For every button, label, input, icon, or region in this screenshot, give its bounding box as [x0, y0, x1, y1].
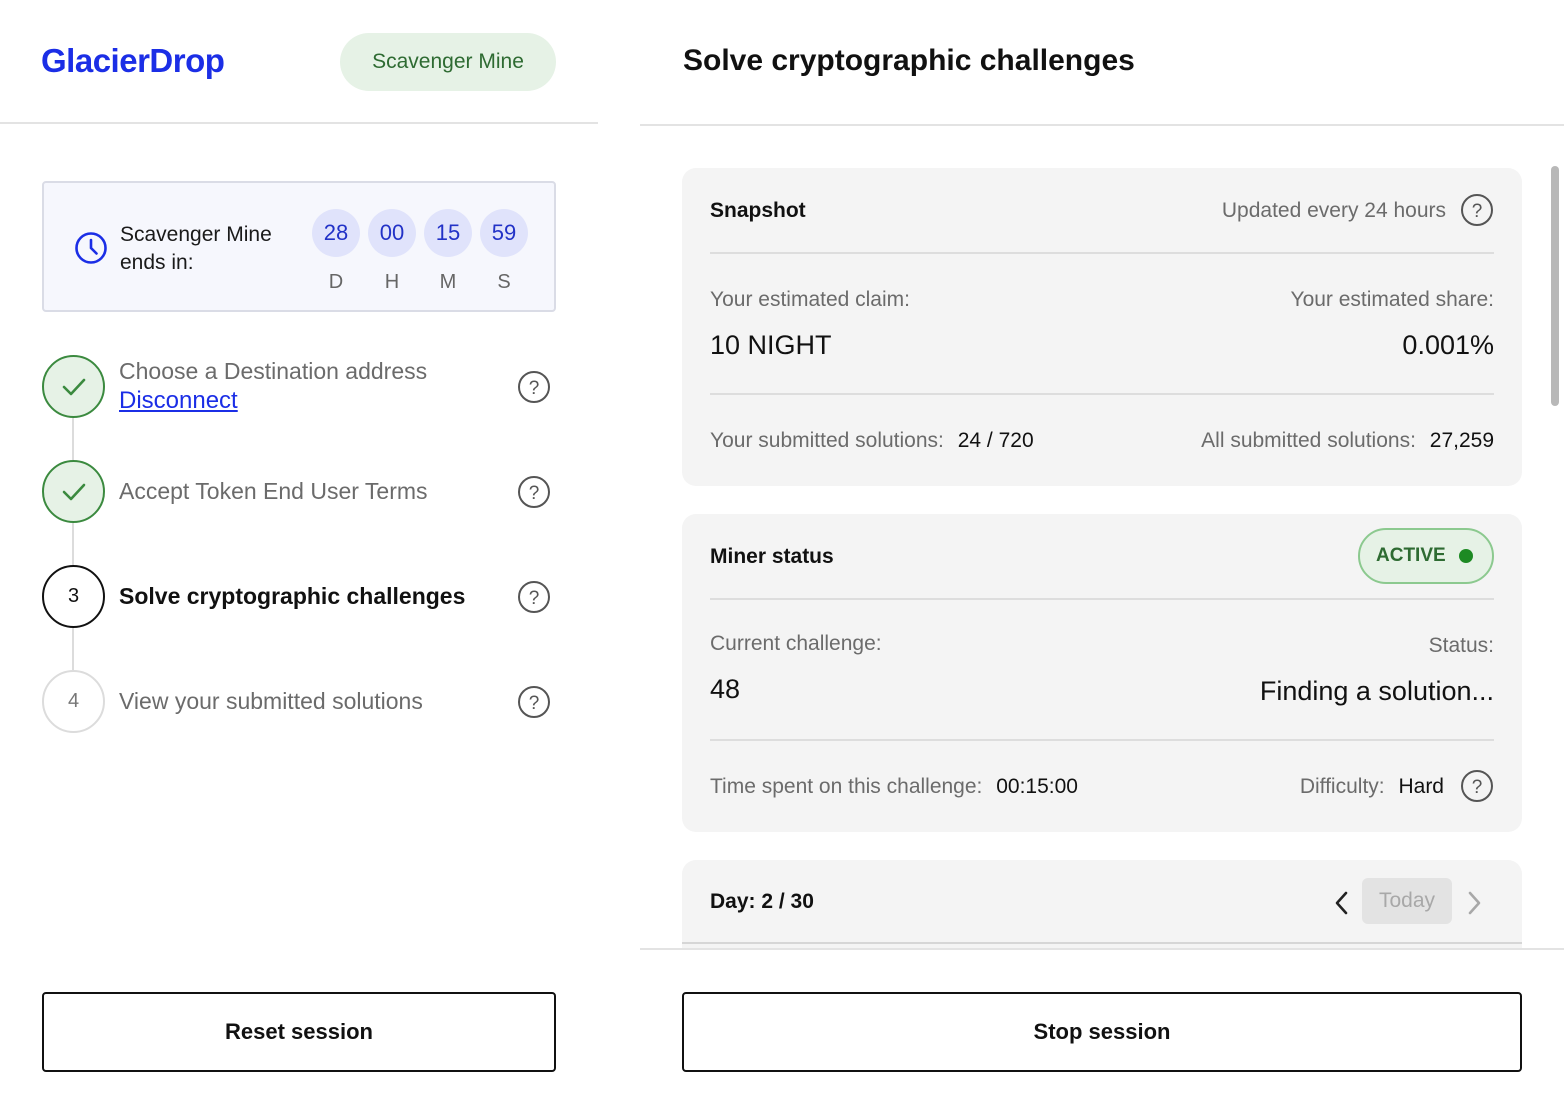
svg-text:?: ? — [529, 483, 540, 504]
svg-text:?: ? — [529, 378, 540, 399]
svg-text:?: ? — [1472, 201, 1483, 222]
step-number: 3 — [42, 565, 105, 628]
step-destination-address: Choose a Destination address Disconnect … — [42, 355, 556, 419]
check-icon — [62, 378, 85, 395]
step-title: Choose a Destination address — [119, 358, 428, 384]
snapshot-card: Snapshot Updated every 24 hours ? Your e… — [682, 168, 1522, 486]
time-spent-label: Time spent on this challenge: — [710, 775, 983, 798]
challenge-value: 48 — [710, 674, 741, 704]
divider — [710, 252, 1494, 254]
svg-text:?: ? — [529, 693, 540, 714]
challenge-row: Current challenge: 48 Status: Finding a … — [710, 632, 1494, 712]
step-title: View your submitted solutions — [119, 688, 423, 714]
step-status-circle — [42, 355, 105, 418]
check-icon — [62, 483, 85, 500]
step-token-terms: Accept Token End User Terms ? — [42, 460, 556, 524]
step-connector — [72, 628, 74, 670]
help-icon[interactable]: ? — [517, 370, 551, 404]
timing-row: Time spent on this challenge: 00:15:00 D… — [710, 770, 1494, 805]
countdown-value: 00 — [368, 209, 416, 257]
countdown-label: Scavenger Mine ends in: — [120, 223, 272, 274]
scrollbar-thumb[interactable] — [1551, 166, 1559, 406]
solutions-row: Your submitted solutions: 24 / 720 All s… — [710, 429, 1494, 459]
clock-icon — [75, 232, 107, 264]
divider — [710, 739, 1494, 741]
step-connector — [72, 418, 74, 460]
time-spent-value: 00:15:00 — [996, 775, 1078, 798]
claim-value: 10 NIGHT — [710, 330, 832, 360]
step-view-solutions: 4 View your submitted solutions ? — [42, 670, 556, 734]
countdown-value: 59 — [480, 209, 528, 257]
help-icon[interactable]: ? — [1460, 193, 1494, 227]
day-label: Day: 2 / 30 — [710, 890, 814, 913]
help-icon[interactable]: ? — [517, 475, 551, 509]
today-button[interactable]: Today — [1362, 878, 1452, 924]
all-solutions-label: All submitted solutions: — [1201, 429, 1416, 452]
countdown-value: 28 — [312, 209, 360, 257]
difficulty-label: Difficulty: — [1299, 775, 1385, 798]
countdown-hours: 00 H — [368, 209, 416, 294]
step-number: 4 — [42, 670, 105, 733]
all-solutions-value: 27,259 — [1429, 429, 1494, 452]
glacierdrop-logo[interactable]: GlacierDrop — [41, 42, 225, 80]
active-dot-icon — [1459, 549, 1473, 563]
day-card: Day: 2 / 30 Today — [682, 860, 1522, 948]
step-status-circle — [42, 460, 105, 523]
estimate-row: Your estimated claim: 10 NIGHT Your esti… — [710, 288, 1494, 368]
disconnect-link[interactable]: Disconnect — [119, 387, 238, 415]
countdown-caption: S — [497, 271, 511, 293]
stop-session-button[interactable]: Stop session — [682, 992, 1522, 1072]
step-solve-challenges: 3 Solve cryptographic challenges ? — [42, 565, 556, 629]
status-badge-label: ACTIVE — [1376, 545, 1446, 566]
challenge-label: Current challenge: — [710, 632, 882, 655]
chevron-left-icon[interactable] — [1332, 890, 1352, 916]
countdown-days: 28 D — [312, 209, 360, 294]
miner-status-title: Miner status — [710, 545, 834, 568]
divider — [710, 393, 1494, 395]
all-solutions: All submitted solutions: 27,259 — [1201, 429, 1494, 453]
step-connector — [72, 523, 74, 565]
page-title: Solve cryptographic challenges — [683, 44, 1135, 77]
left-panel: GlacierDrop Scavenger Mine Scavenger Min… — [0, 0, 598, 1114]
countdown-caption: H — [384, 271, 400, 293]
help-icon[interactable]: ? — [517, 685, 551, 719]
snapshot-title: Snapshot — [710, 199, 806, 222]
countdown-box: Scavenger Mine ends in: 28 D 00 H 15 M 5… — [42, 181, 556, 312]
svg-text:?: ? — [529, 588, 540, 609]
mode-pill: Scavenger Mine — [340, 33, 556, 91]
countdown-caption: M — [439, 271, 457, 293]
countdown-seconds: 59 S — [480, 209, 528, 294]
status-value: Finding a solution... — [1259, 676, 1494, 706]
step-title: Solve cryptographic challenges — [119, 583, 466, 609]
chevron-right-icon[interactable] — [1464, 890, 1484, 916]
status-badge: ACTIVE — [1358, 528, 1494, 584]
difficulty: Difficulty: Hard — [1300, 775, 1444, 799]
header-divider — [0, 122, 598, 124]
header-divider — [640, 124, 1564, 126]
reset-session-button[interactable]: Reset session — [42, 992, 556, 1072]
countdown-value: 15 — [424, 209, 472, 257]
difficulty-value: Hard — [1398, 775, 1444, 798]
your-solutions-label: Your submitted solutions: — [710, 429, 944, 452]
claim-label: Your estimated claim: — [710, 288, 910, 311]
share-value: 0.001% — [1402, 330, 1494, 360]
divider — [710, 598, 1494, 600]
snapshot-header: Snapshot Updated every 24 hours ? — [710, 194, 1494, 229]
help-icon[interactable]: ? — [517, 580, 551, 614]
status-label: Status: — [1428, 634, 1494, 657]
footer-divider — [640, 948, 1564, 950]
share-label: Your estimated share: — [1290, 288, 1494, 311]
miner-status-card: Miner status ACTIVE Current challenge: 4… — [682, 514, 1522, 832]
step-title: Accept Token End User Terms — [119, 478, 428, 504]
divider — [682, 942, 1522, 944]
svg-text:?: ? — [1472, 777, 1483, 798]
your-solutions-value: 24 / 720 — [957, 429, 1034, 452]
help-icon[interactable]: ? — [1460, 769, 1494, 803]
countdown-minutes: 15 M — [424, 209, 472, 294]
update-note: Updated every 24 hours — [1221, 199, 1446, 222]
countdown-caption: D — [328, 271, 344, 293]
